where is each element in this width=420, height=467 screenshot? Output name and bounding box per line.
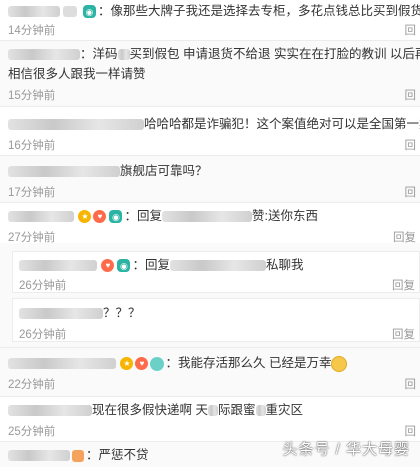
username-blurred[interactable]: [8, 49, 80, 61]
heart-icon: ♥: [101, 259, 115, 273]
comment-text: 现在很多假快递啊 天际跟蜜 重灾区: [8, 401, 303, 419]
comment-5: ★ ♥ ◉ ：回复 赞:送你东西 27分钟前 回复: [0, 203, 420, 245]
comment-time: 25分钟前: [8, 426, 56, 438]
comment-time: 22分钟前: [8, 379, 56, 391]
username-blurred[interactable]: [8, 119, 144, 131]
reply-button[interactable]: 回: [405, 137, 417, 153]
comment-2: ：洋码 买到假包 申请退货不给退 实实在在打脸的教训 以后再也 相信很多人跟我一样…: [0, 41, 420, 105]
comment-4: 旗舰店可靠吗？ 17分钟前 回: [0, 156, 420, 202]
reply-button[interactable]: 回: [405, 22, 417, 38]
smile-emoji-icon: [331, 355, 348, 372]
comment-text: ★ ♥ ◉ ：回复 赞:送你东西: [8, 207, 318, 225]
reply-button[interactable]: 回: [405, 423, 417, 439]
nested-reply-1: ♥ ◉ ：回复 私聊我 26分钟前 回复: [12, 251, 420, 293]
cat-icon: [150, 356, 165, 371]
comment-text: ？？？: [19, 304, 141, 322]
username-blurred[interactable]: [19, 260, 97, 272]
comment-text: ◉ ：像那些大牌子我还是选择去专柜，多花点钱总比买到假货好: [8, 2, 420, 20]
comment-text: ★ ♥ ：我能存活那么久 已经是万幸: [8, 354, 348, 372]
vip-badge-icon: ◉: [109, 210, 123, 224]
comment-time: 15分钟前: [8, 90, 56, 102]
comment-3: 哈哈哈都是诈骗犯！这个案值绝对可以是全国第一案 16分钟前 回: [0, 107, 420, 155]
nested-reply-2: ？？？ 26分钟前 回复: [12, 298, 420, 342]
emoji-icon: ★: [120, 357, 134, 371]
emoji-icon: [72, 449, 84, 462]
comment-text: ：严惩不贷: [8, 446, 149, 464]
comment-time: 26分钟前: [19, 329, 67, 341]
username-blurred[interactable]: [8, 358, 116, 370]
emoji-icon: ★: [78, 210, 92, 224]
vip-badge-icon: ◉: [82, 5, 96, 19]
comment-time: 14分钟前: [8, 25, 56, 37]
reply-button[interactable]: 回: [405, 376, 417, 392]
reply-button[interactable]: 回复: [392, 277, 415, 293]
comment-text-line2: 相信很多人跟我一样请赞: [8, 67, 146, 81]
heart-icon: ♥: [135, 357, 149, 371]
username-blurred[interactable]: [8, 166, 120, 178]
comment-text: 哈哈哈都是诈骗犯！这个案值绝对可以是全国第一案: [8, 115, 420, 133]
heart-icon: ♥: [93, 210, 107, 224]
comment-1: ◉ ：像那些大牌子我还是选择去专柜，多花点钱总比买到假货好 14分钟前 回: [0, 0, 420, 40]
reply-button[interactable]: 回复: [393, 229, 416, 245]
username-blurred[interactable]: [8, 405, 92, 417]
comment-time: 26分钟前: [19, 280, 67, 292]
username-blurred[interactable]: [8, 211, 74, 223]
vip-badge-icon: ◉: [117, 259, 131, 273]
reply-button[interactable]: 回复: [392, 326, 415, 342]
comment-8: ★ ♥ ：我能存活那么久 已经是万幸 22分钟前 回: [0, 348, 420, 396]
reply-button[interactable]: 回: [405, 87, 417, 103]
watermark: 头条号 / 华大母婴: [282, 441, 410, 458]
comment-time: 16分钟前: [8, 140, 56, 152]
comment-text: ：洋码 买到假包 申请退货不给退 实实在在打脸的教训 以后再也: [8, 45, 420, 63]
comment-text: ♥ ◉ ：回复 私聊我: [19, 256, 304, 274]
comment-time: 27分钟前: [8, 232, 56, 244]
comment-9: 现在很多假快递啊 天际跟蜜 重灾区 25分钟前 回: [0, 397, 420, 441]
comment-text: 旗舰店可靠吗？: [8, 162, 208, 180]
reply-button[interactable]: 回: [405, 184, 417, 200]
username-blurred[interactable]: [8, 450, 70, 462]
username-blurred[interactable]: [19, 308, 103, 320]
username-blurred[interactable]: [8, 6, 60, 18]
comment-time: 17分钟前: [8, 187, 56, 199]
